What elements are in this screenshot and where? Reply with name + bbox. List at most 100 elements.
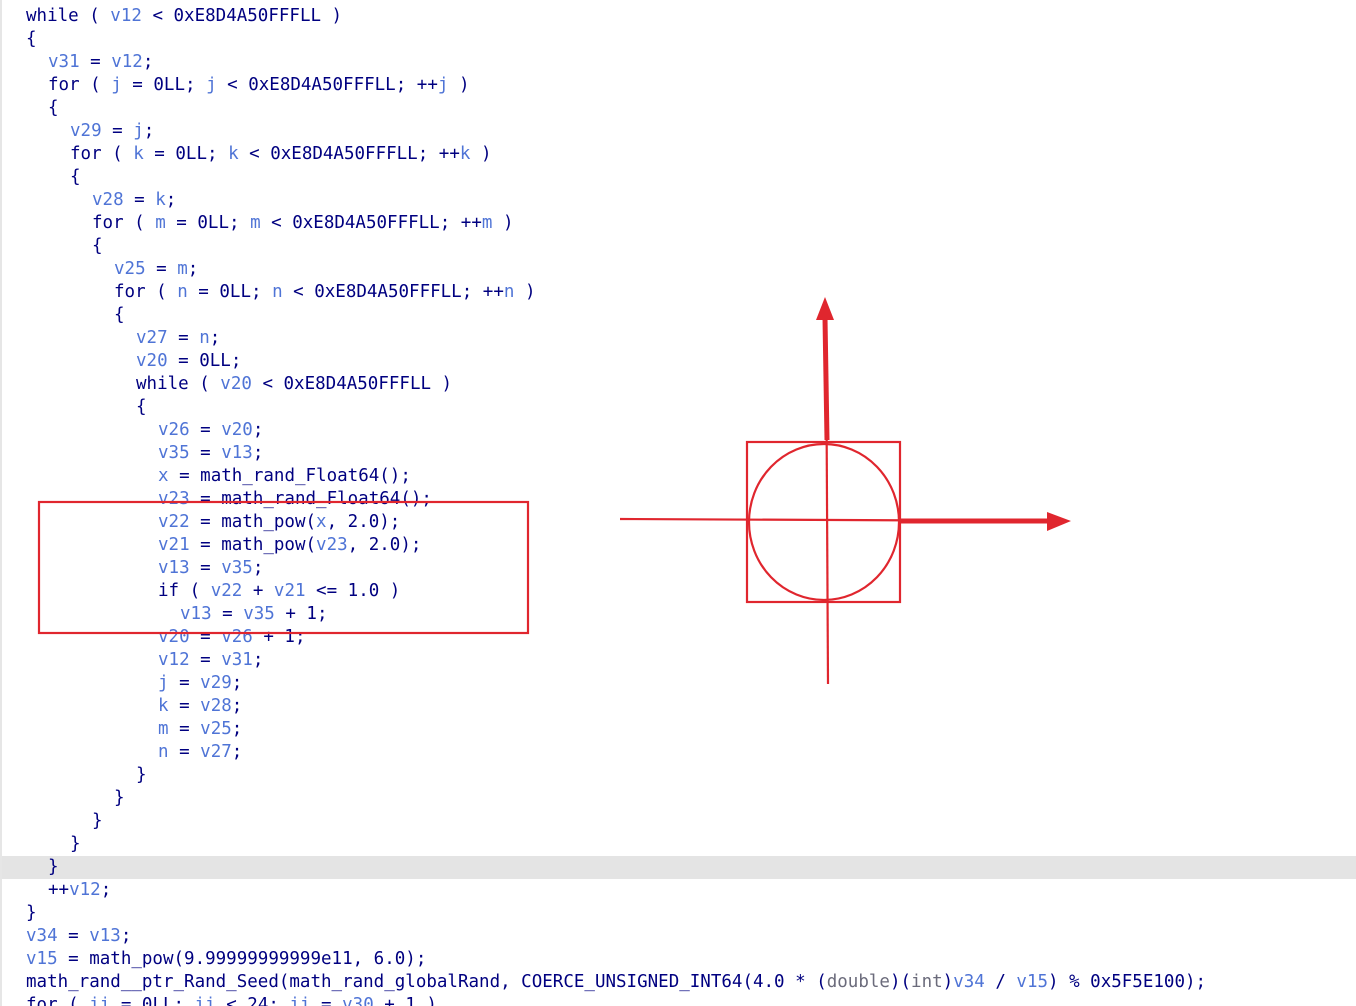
code-line[interactable]: v27 = n; (2, 327, 1356, 350)
code-identifier[interactable]: v20 (221, 420, 253, 440)
code-line[interactable]: ++v12; (2, 879, 1356, 902)
code-line[interactable]: v29 = j; (2, 120, 1356, 143)
code-identifier[interactable]: ii (195, 995, 216, 1006)
code-identifier[interactable]: v28 (200, 696, 232, 716)
code-line[interactable]: for ( n = 0LL; n < 0xE8D4A50FFFLL; ++n ) (2, 281, 1356, 304)
code-identifier[interactable]: v12 (69, 880, 101, 900)
code-identifier[interactable]: v35 (221, 558, 253, 578)
code-identifier[interactable]: v34 (26, 926, 58, 946)
code-identifier[interactable]: v20 (158, 627, 190, 647)
code-line[interactable]: for ( k = 0LL; k < 0xE8D4A50FFFLL; ++k ) (2, 143, 1356, 166)
code-identifier[interactable]: m (155, 213, 166, 233)
code-line[interactable]: { (2, 396, 1356, 419)
code-identifier[interactable]: n (177, 282, 188, 302)
code-line[interactable]: } (2, 833, 1356, 856)
code-identifier[interactable]: v25 (114, 259, 146, 279)
code-identifier[interactable]: v12 (110, 6, 142, 26)
code-identifier[interactable]: j (206, 75, 217, 95)
code-view[interactable]: while ( v12 < 0xE8D4A50FFFLL ){v31 = v12… (0, 0, 1356, 1006)
code-identifier[interactable]: v26 (158, 420, 190, 440)
code-line[interactable]: v25 = m; (2, 258, 1356, 281)
code-line[interactable]: n = v27; (2, 741, 1356, 764)
code-identifier[interactable]: v12 (111, 52, 143, 72)
code-identifier[interactable]: v22 (158, 512, 190, 532)
code-line[interactable]: x = math_rand_Float64(); (2, 465, 1356, 488)
code-identifier[interactable]: v25 (200, 719, 232, 739)
code-identifier[interactable]: x (316, 512, 327, 532)
code-identifier[interactable]: ii (289, 995, 310, 1006)
code-line[interactable]: m = v25; (2, 718, 1356, 741)
code-line[interactable]: v20 = 0LL; (2, 350, 1356, 373)
code-line[interactable]: { (2, 304, 1356, 327)
code-identifier[interactable]: n (158, 742, 169, 762)
code-identifier[interactable]: v13 (180, 604, 212, 624)
code-identifier[interactable]: v13 (89, 926, 121, 946)
code-identifier[interactable]: j (438, 75, 449, 95)
code-line[interactable]: v21 = math_pow(v23, 2.0); (2, 534, 1356, 557)
code-line[interactable]: while ( v12 < 0xE8D4A50FFFLL ) (2, 5, 1356, 28)
code-identifier[interactable]: v15 (26, 949, 58, 969)
code-identifier[interactable]: k (460, 144, 471, 164)
code-identifier[interactable]: n (199, 328, 210, 348)
code-line[interactable]: { (2, 235, 1356, 258)
code-identifier[interactable]: v27 (200, 742, 232, 762)
code-line[interactable]: v23 = math_rand_Float64(); (2, 488, 1356, 511)
code-line[interactable]: v15 = math_pow(9.99999999999e11, 6.0); (2, 948, 1356, 971)
code-line[interactable]: v31 = v12; (2, 51, 1356, 74)
code-line[interactable]: for ( j = 0LL; j < 0xE8D4A50FFFLL; ++j ) (2, 74, 1356, 97)
code-line[interactable]: { (2, 166, 1356, 189)
code-line[interactable]: for ( m = 0LL; m < 0xE8D4A50FFFLL; ++m ) (2, 212, 1356, 235)
code-identifier[interactable]: v34 (953, 972, 985, 992)
code-line[interactable]: v22 = math_pow(x, 2.0); (2, 511, 1356, 534)
code-line[interactable]: v34 = v13; (2, 925, 1356, 948)
code-identifier[interactable]: m (177, 259, 188, 279)
code-line[interactable]: v28 = k; (2, 189, 1356, 212)
code-line[interactable]: if ( v22 + v21 <= 1.0 ) (2, 580, 1356, 603)
code-identifier[interactable]: k (158, 696, 169, 716)
code-identifier[interactable]: v28 (92, 190, 124, 210)
code-line[interactable]: } (2, 764, 1356, 787)
code-identifier[interactable]: v31 (221, 650, 253, 670)
code-identifier[interactable]: k (228, 144, 239, 164)
code-identifier[interactable]: v20 (220, 374, 252, 394)
code-identifier[interactable]: v26 (221, 627, 253, 647)
code-identifier[interactable]: v12 (158, 650, 190, 670)
code-identifier[interactable]: m (482, 213, 493, 233)
code-line[interactable]: } (2, 856, 1356, 879)
code-identifier[interactable]: v30 (342, 995, 374, 1006)
code-identifier[interactable]: v35 (158, 443, 190, 463)
code-identifier[interactable]: v35 (243, 604, 275, 624)
code-identifier[interactable]: v13 (221, 443, 253, 463)
code-identifier[interactable]: m (250, 213, 261, 233)
code-identifier[interactable]: j (111, 75, 122, 95)
code-identifier[interactable]: j (158, 673, 169, 693)
code-line[interactable]: { (2, 28, 1356, 51)
code-identifier[interactable]: x (158, 466, 169, 486)
code-line[interactable]: { (2, 97, 1356, 120)
code-line[interactable]: math_rand__ptr_Rand_Seed(math_rand_globa… (2, 971, 1356, 994)
code-identifier[interactable]: j (133, 121, 144, 141)
code-line[interactable]: v35 = v13; (2, 442, 1356, 465)
code-identifier[interactable]: v29 (70, 121, 102, 141)
code-line[interactable]: } (2, 902, 1356, 925)
code-identifier[interactable]: m (158, 719, 169, 739)
code-identifier[interactable]: v20 (136, 351, 168, 371)
code-identifier[interactable]: v27 (136, 328, 168, 348)
code-line[interactable]: j = v29; (2, 672, 1356, 695)
code-line[interactable]: v20 = v26 + 1; (2, 626, 1356, 649)
code-identifier[interactable]: v21 (158, 535, 190, 555)
code-identifier[interactable]: n (272, 282, 283, 302)
code-line[interactable]: while ( v20 < 0xE8D4A50FFFLL ) (2, 373, 1356, 396)
code-line[interactable]: v12 = v31; (2, 649, 1356, 672)
code-line[interactable]: k = v28; (2, 695, 1356, 718)
code-identifier[interactable]: v22 (211, 581, 243, 601)
code-line[interactable]: for ( ii = 0LL; ii < 24; ii = v30 + 1 ) (2, 994, 1356, 1006)
code-line[interactable]: } (2, 810, 1356, 833)
code-identifier[interactable]: v21 (274, 581, 306, 601)
code-identifier[interactable]: v23 (158, 489, 190, 509)
code-line[interactable]: v13 = v35; (2, 557, 1356, 580)
code-identifier[interactable]: v31 (48, 52, 80, 72)
code-line[interactable]: } (2, 787, 1356, 810)
code-identifier[interactable]: v15 (1016, 972, 1048, 992)
code-identifier[interactable]: v13 (158, 558, 190, 578)
